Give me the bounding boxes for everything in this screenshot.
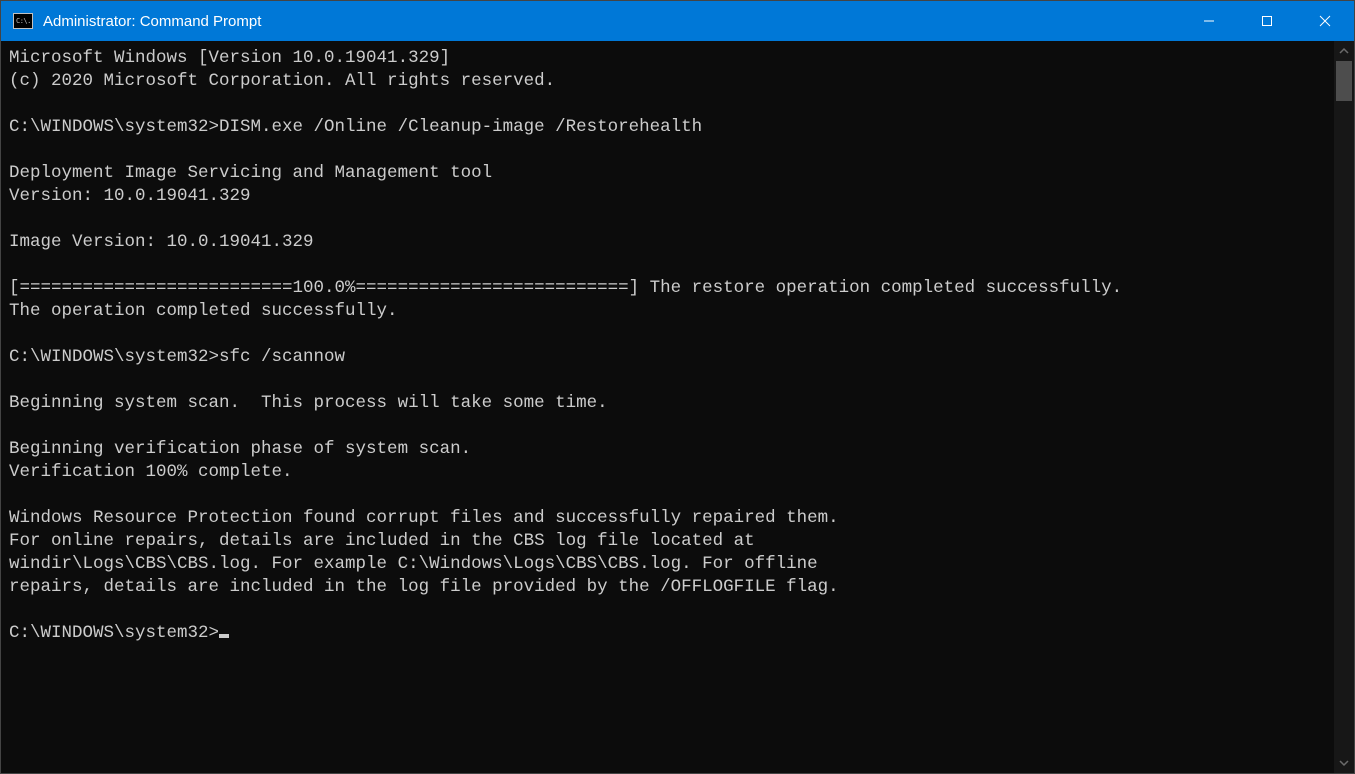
console-output[interactable]: Microsoft Windows [Version 10.0.19041.32… <box>1 41 1334 773</box>
app-icon[interactable]: C:\. <box>13 13 33 29</box>
close-button[interactable] <box>1296 1 1354 41</box>
window-title: Administrator: Command Prompt <box>43 13 261 30</box>
scroll-up-button[interactable] <box>1334 41 1354 61</box>
maximize-button[interactable] <box>1238 1 1296 41</box>
console-line <box>9 415 1326 438</box>
console-line: The operation completed successfully. <box>9 300 1326 323</box>
console-line: C:\WINDOWS\system32> <box>9 622 1326 645</box>
command-prompt-window: C:\. Administrator: Command Prompt Micro… <box>0 0 1355 774</box>
minimize-button[interactable] <box>1180 1 1238 41</box>
scrollbar-track[interactable] <box>1334 61 1354 753</box>
console-line: Beginning verification phase of system s… <box>9 438 1326 461</box>
console-line: windir\Logs\CBS\CBS.log. For example C:\… <box>9 553 1326 576</box>
console-line <box>9 139 1326 162</box>
titlebar[interactable]: C:\. Administrator: Command Prompt <box>1 1 1354 41</box>
cursor <box>219 634 229 638</box>
console-line <box>9 93 1326 116</box>
console-line: Microsoft Windows [Version 10.0.19041.32… <box>9 47 1326 70</box>
console-line <box>9 254 1326 277</box>
console-area: Microsoft Windows [Version 10.0.19041.32… <box>1 41 1354 773</box>
console-line <box>9 484 1326 507</box>
maximize-icon <box>1261 15 1273 27</box>
console-line <box>9 208 1326 231</box>
console-line: C:\WINDOWS\system32>DISM.exe /Online /Cl… <box>9 116 1326 139</box>
console-line: (c) 2020 Microsoft Corporation. All righ… <box>9 70 1326 93</box>
console-line: Deployment Image Servicing and Managemen… <box>9 162 1326 185</box>
console-line <box>9 369 1326 392</box>
minimize-icon <box>1203 15 1215 27</box>
console-line <box>9 599 1326 622</box>
chevron-up-icon <box>1339 46 1349 56</box>
scroll-down-button[interactable] <box>1334 753 1354 773</box>
vertical-scrollbar[interactable] <box>1334 41 1354 773</box>
window-controls <box>1180 1 1354 41</box>
console-line: Version: 10.0.19041.329 <box>9 185 1326 208</box>
console-line: Image Version: 10.0.19041.329 <box>9 231 1326 254</box>
console-line: Beginning system scan. This process will… <box>9 392 1326 415</box>
console-line: repairs, details are included in the log… <box>9 576 1326 599</box>
console-line: Windows Resource Protection found corrup… <box>9 507 1326 530</box>
scrollbar-thumb[interactable] <box>1336 61 1352 101</box>
console-line: For online repairs, details are included… <box>9 530 1326 553</box>
chevron-down-icon <box>1339 758 1349 768</box>
console-line: C:\WINDOWS\system32>sfc /scannow <box>9 346 1326 369</box>
console-line: Verification 100% complete. <box>9 461 1326 484</box>
console-line <box>9 323 1326 346</box>
console-line: [==========================100.0%=======… <box>9 277 1326 300</box>
close-icon <box>1319 15 1331 27</box>
app-icon-text: C:\. <box>16 18 31 25</box>
